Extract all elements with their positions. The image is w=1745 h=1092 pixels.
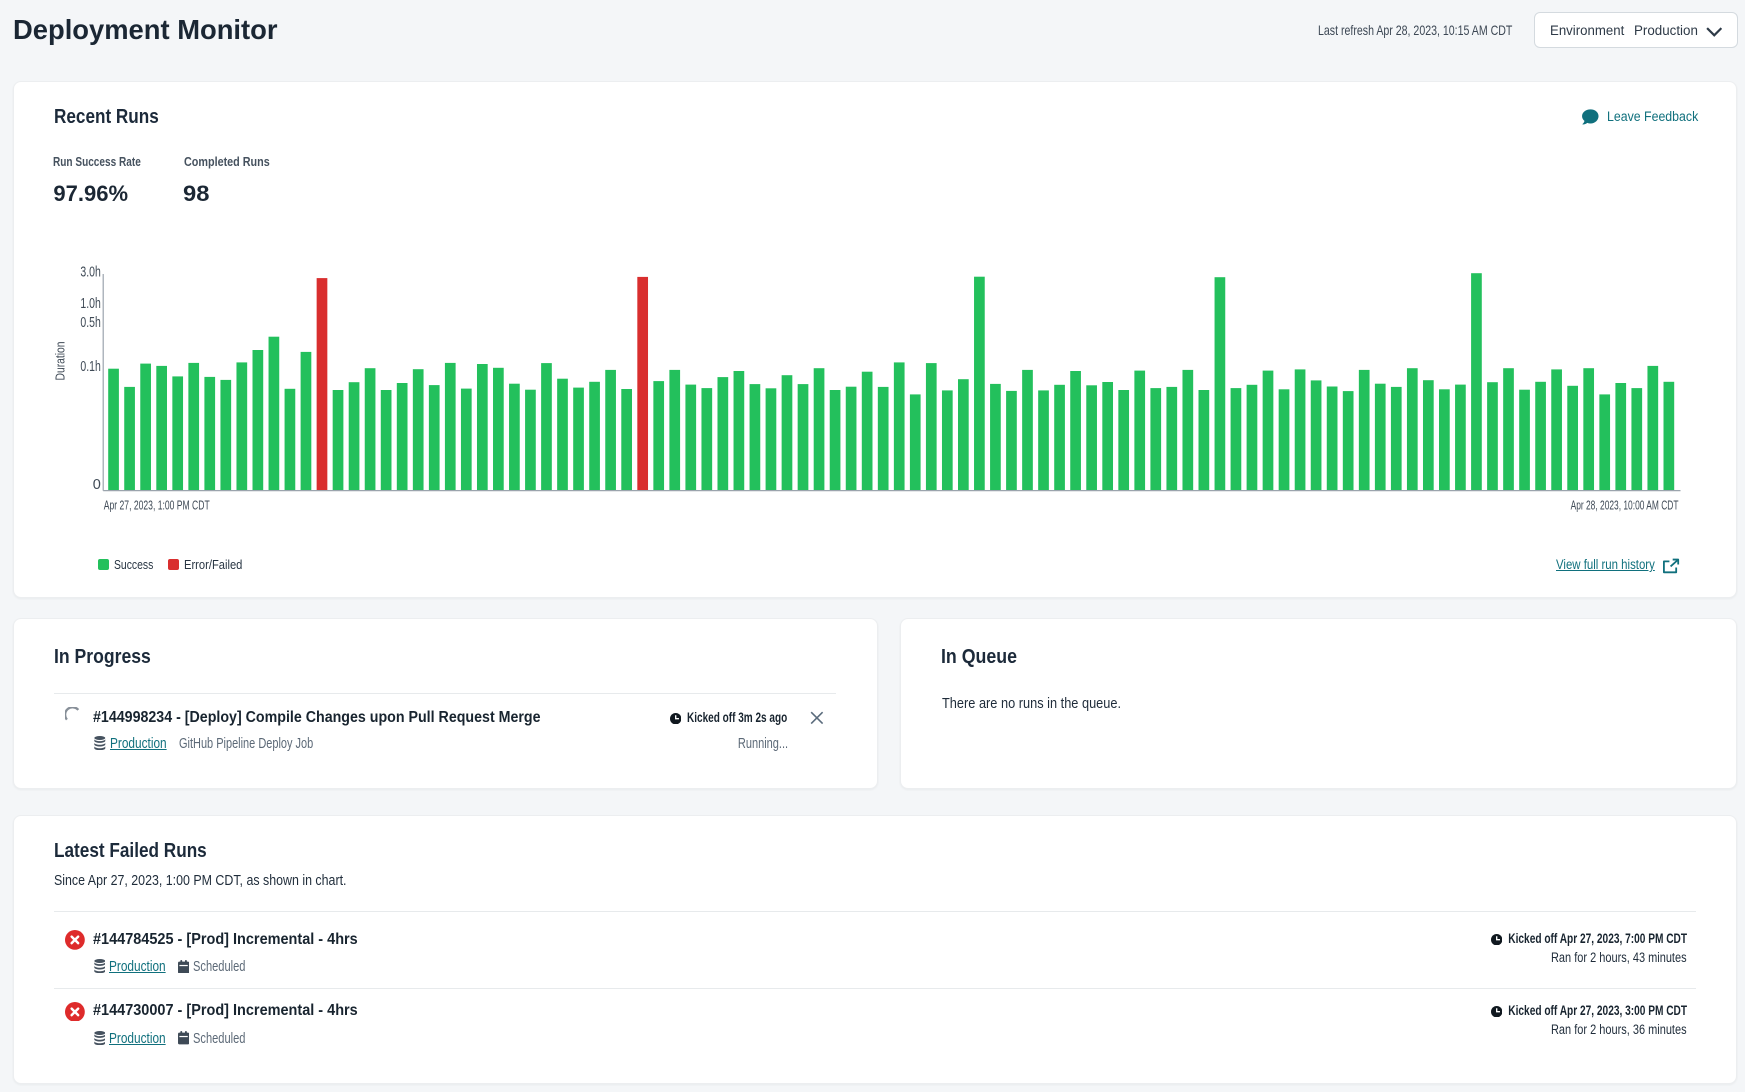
svg-text:0.5h: 0.5h xyxy=(80,315,100,331)
svg-text:0.1h: 0.1h xyxy=(80,359,100,375)
svg-text:Apr 28, 2023, 10:00 AM CDT: Apr 28, 2023, 10:00 AM CDT xyxy=(1571,499,1679,513)
svg-text:Duration: Duration xyxy=(53,342,68,381)
svg-text:0: 0 xyxy=(93,477,101,493)
svg-text:Apr 27, 2023, 1:00 PM CDT: Apr 27, 2023, 1:00 PM CDT xyxy=(104,499,210,513)
svg-text:1.0h: 1.0h xyxy=(80,296,100,312)
svg-text:3.0h: 3.0h xyxy=(80,265,100,281)
